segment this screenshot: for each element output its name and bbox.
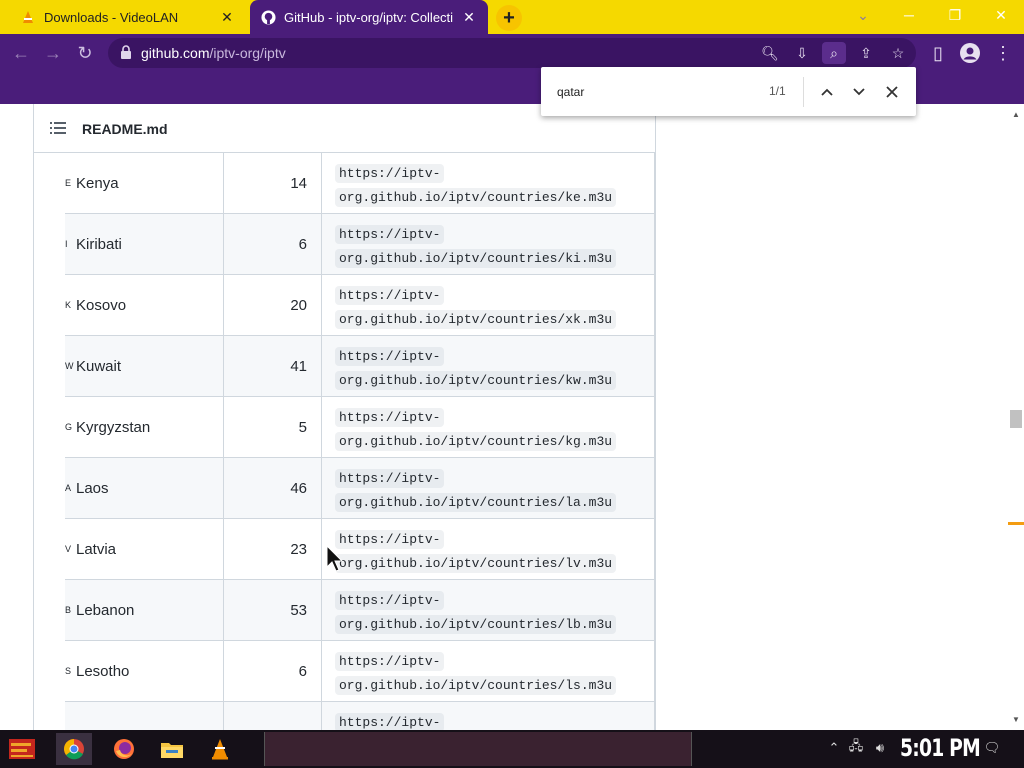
channel-count: 46	[224, 458, 322, 518]
country-cell: W Kuwait	[65, 336, 224, 396]
lock-icon	[121, 45, 131, 59]
reload-icon[interactable]: ↻	[72, 40, 98, 66]
side-panel-icon[interactable]: ▯	[925, 40, 951, 66]
country-cell: I Kiribati	[65, 214, 224, 274]
channel-count: 6	[224, 641, 322, 701]
country-cell: B Lebanon	[65, 580, 224, 640]
playlist-url[interactable]: https://iptv-	[322, 702, 655, 730]
table-row: S Lesotho 6 https://iptv-org.github.io/ip…	[65, 641, 655, 702]
channel-count: 53	[224, 580, 322, 640]
country-cell: V Latvia	[65, 519, 224, 579]
country-cell: S Lesotho	[65, 641, 224, 701]
playlist-url[interactable]: https://iptv-org.github.io/iptv/countrie…	[322, 214, 655, 274]
channel-count: 20	[224, 275, 322, 335]
country-cell	[65, 702, 224, 730]
table-row: I Kiribati 6 https://iptv-org.github.io/i…	[65, 214, 655, 275]
vertical-scrollbar[interactable]: ▲ ▼	[1008, 104, 1024, 730]
vlc-cone-icon	[20, 9, 36, 25]
scroll-up-arrow-icon[interactable]: ▲	[1012, 110, 1020, 119]
menu-kebab-icon[interactable]: ⋮	[990, 40, 1016, 66]
close-tab-icon[interactable]: ✕	[460, 8, 478, 26]
countries-table: E Kenya 14 https://iptv-org.github.io/ipt…	[65, 153, 655, 730]
find-previous-chevron-up-icon[interactable]	[815, 80, 839, 104]
tab-github-iptv[interactable]: GitHub - iptv-org/iptv: Collecti ✕	[250, 0, 488, 34]
vlc-icon[interactable]	[202, 733, 238, 765]
table-row: G Kyrgyzstan 5 https://iptv-org.github.io…	[65, 397, 655, 458]
taskbar-window-preview[interactable]	[264, 732, 692, 766]
scroll-down-arrow-icon[interactable]: ▼	[1012, 715, 1020, 724]
minimize-window-icon[interactable]: ─	[886, 0, 932, 30]
start-menu-icon[interactable]	[4, 733, 40, 765]
network-icon[interactable]: 🖧︎	[846, 738, 866, 758]
page-content: README.md E Kenya 14 https://iptv-org.git…	[0, 104, 1008, 730]
country-cell: K Kosovo	[65, 275, 224, 335]
channel-count: 6	[224, 214, 322, 274]
country-cell: E Kenya	[65, 153, 224, 213]
back-icon[interactable]: ←	[8, 40, 34, 66]
close-tab-icon[interactable]: ✕	[218, 8, 236, 26]
channel-count: 5	[224, 397, 322, 457]
table-row: W Kuwait 41 https://iptv-org.github.io/ip…	[65, 336, 655, 397]
tab-downloads-videolan[interactable]: Downloads - VideoLAN ✕	[10, 0, 246, 34]
channel-count: 41	[224, 336, 322, 396]
find-divider	[803, 77, 804, 107]
new-tab-button[interactable]: +	[496, 5, 522, 31]
file-explorer-icon[interactable]	[154, 733, 190, 765]
restore-window-icon[interactable]: ❐	[932, 0, 978, 30]
tab-search-icon[interactable]: ⌄	[840, 0, 886, 30]
address-bar[interactable]: github.com/iptv-org/iptv 🔍︎ ⇩ ⌕ ⇪ ☆	[108, 38, 916, 68]
url-text: github.com/iptv-org/iptv	[141, 45, 286, 61]
playlist-url[interactable]: https://iptv-org.github.io/iptv/countrie…	[322, 519, 655, 579]
playlist-url[interactable]: https://iptv-org.github.io/iptv/countrie…	[322, 275, 655, 335]
playlist-url[interactable]: https://iptv-org.github.io/iptv/countrie…	[322, 397, 655, 457]
country-cell: A Laos	[65, 458, 224, 518]
outline-list-icon[interactable]	[50, 121, 66, 135]
playlist-url[interactable]: https://iptv-org.github.io/iptv/countrie…	[322, 641, 655, 701]
channel-count: 23	[224, 519, 322, 579]
readme-panel: README.md E Kenya 14 https://iptv-org.git…	[33, 104, 656, 730]
find-input[interactable]	[557, 83, 747, 101]
firefox-icon[interactable]	[106, 733, 142, 765]
tab-title: GitHub - iptv-org/iptv: Collecti	[284, 9, 454, 25]
close-window-icon[interactable]: ✕	[978, 0, 1024, 30]
forward-icon[interactable]: →	[40, 40, 66, 66]
table-row: V Latvia 23 https://iptv-org.github.io/ip…	[65, 519, 655, 580]
readme-title: README.md	[82, 121, 168, 137]
github-icon	[260, 9, 276, 25]
profile-avatar[interactable]	[957, 40, 983, 66]
playlist-url[interactable]: https://iptv-org.github.io/iptv/countrie…	[322, 153, 655, 213]
table-row: E Kenya 14 https://iptv-org.github.io/ipt…	[65, 153, 655, 214]
table-row: K Kosovo 20 https://iptv-org.github.io/ip…	[65, 275, 655, 336]
bookmark-star-icon[interactable]: ☆	[886, 42, 910, 64]
taskbar: ⌃ 🖧︎ 🔊︎ 5:01 PM 🗨︎	[0, 730, 1024, 768]
country-cell: G Kyrgyzstan	[65, 397, 224, 457]
chrome-icon[interactable]	[56, 733, 92, 765]
notification-center-icon[interactable]: 🗨︎	[982, 738, 1002, 758]
find-next-chevron-down-icon[interactable]	[847, 80, 871, 104]
table-row: A Laos 46 https://iptv-org.github.io/iptv…	[65, 458, 655, 519]
channel-count: 14	[224, 153, 322, 213]
find-result-count: 1/1	[769, 84, 786, 98]
find-in-page-icon[interactable]: ⌕	[822, 42, 846, 64]
volume-icon[interactable]: 🔊︎	[870, 738, 890, 758]
tab-title: Downloads - VideoLAN	[44, 9, 179, 25]
tab-strip: Downloads - VideoLAN ✕ GitHub - iptv-org…	[0, 0, 1024, 34]
share-icon[interactable]: ⇪	[854, 42, 878, 64]
close-find-icon[interactable]	[880, 80, 904, 104]
find-match-marker	[1008, 522, 1024, 525]
taskbar-clock[interactable]: 5:01 PM	[900, 734, 981, 762]
playlist-url[interactable]: https://iptv-org.github.io/iptv/countrie…	[322, 458, 655, 518]
channel-count	[224, 702, 322, 730]
table-row: https://iptv-	[65, 702, 655, 730]
find-bar: 1/1	[541, 67, 916, 116]
playlist-url[interactable]: https://iptv-org.github.io/iptv/countrie…	[322, 336, 655, 396]
search-icon[interactable]: 🔍︎	[758, 42, 782, 64]
install-app-icon[interactable]: ⇩	[790, 42, 814, 64]
show-hidden-icons-chevron-icon[interactable]: ⌃	[824, 738, 844, 758]
playlist-url[interactable]: https://iptv-org.github.io/iptv/countrie…	[322, 580, 655, 640]
mouse-cursor-icon	[326, 545, 344, 572]
scroll-thumb[interactable]	[1010, 410, 1022, 428]
table-row: B Lebanon 53 https://iptv-org.github.io/i…	[65, 580, 655, 641]
